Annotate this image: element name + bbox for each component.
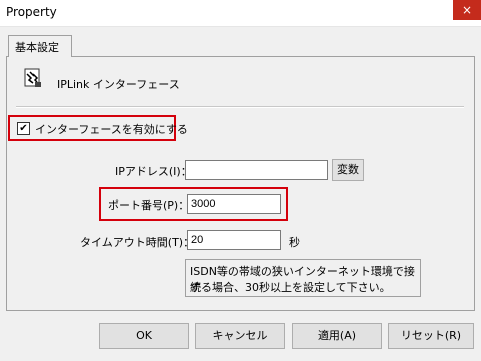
variable-button[interactable]: 変数 bbox=[332, 159, 364, 181]
port-number-label: ポート番号(P)： bbox=[108, 199, 190, 212]
enable-interface-label[interactable]: インターフェースを有効にする bbox=[35, 121, 188, 137]
timeout-label: タイムアウト時間(T)： bbox=[80, 236, 195, 249]
timeout-unit: 秒 bbox=[289, 236, 300, 249]
window-title: Property bbox=[6, 5, 57, 19]
note-box: ISDN等の帯域の狭いインターネット環境で接続 する場合、30秒以上を設定して下… bbox=[185, 259, 421, 297]
checkmark-icon: ✔ bbox=[19, 123, 28, 134]
close-button[interactable]: × bbox=[453, 0, 481, 20]
note-line-2: する場合、30秒以上を設定して下さい。 bbox=[190, 281, 391, 294]
close-icon: × bbox=[461, 3, 473, 17]
network-interface-icon bbox=[24, 68, 42, 88]
ip-address-label: IPアドレス(I)： bbox=[115, 165, 192, 178]
title-bar: Property × bbox=[0, 0, 481, 27]
tab-label: 基本設定 bbox=[15, 41, 59, 54]
apply-button[interactable]: 適用(A) bbox=[292, 323, 382, 349]
ok-button[interactable]: OK bbox=[99, 323, 189, 349]
port-number-input[interactable] bbox=[187, 194, 281, 214]
enable-interface-checkbox[interactable]: ✔ bbox=[17, 122, 30, 135]
divider bbox=[16, 106, 464, 108]
header-title: IPLink インターフェース bbox=[57, 78, 180, 91]
reset-button[interactable]: リセット(R) bbox=[388, 323, 474, 349]
cancel-button[interactable]: キャンセル bbox=[195, 323, 285, 349]
timeout-input[interactable] bbox=[187, 230, 281, 250]
ip-address-input[interactable] bbox=[185, 160, 328, 180]
tab-basic-settings[interactable]: 基本設定 bbox=[8, 35, 72, 57]
